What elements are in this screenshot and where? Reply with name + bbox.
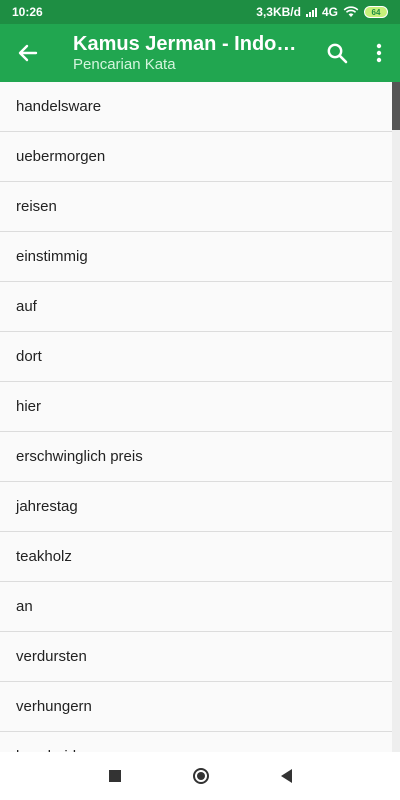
- recent-apps-button[interactable]: [108, 770, 121, 782]
- scrollbar-thumb[interactable]: [392, 82, 400, 130]
- status-indicators: 3,3KB/d 4G 64: [256, 5, 388, 19]
- back-nav-button[interactable]: [280, 769, 292, 783]
- list-item[interactable]: reisen: [0, 182, 392, 232]
- arrow-back-icon: [18, 44, 38, 62]
- word-label: teakholz: [16, 548, 72, 565]
- word-label: an: [16, 598, 33, 615]
- list-item[interactable]: handelsware: [0, 82, 392, 132]
- battery-icon: 64: [364, 6, 388, 18]
- list-item[interactable]: an: [0, 582, 392, 632]
- word-label: uebermorgen: [16, 148, 106, 165]
- wifi-icon: [343, 6, 359, 17]
- home-button[interactable]: [192, 768, 209, 784]
- app-title: Kamus Jerman - Indon…: [73, 33, 298, 55]
- network-speed: 3,3KB/d: [256, 5, 301, 19]
- word-label: jahrestag: [16, 498, 78, 515]
- word-label: handelsware: [16, 98, 102, 115]
- list-item[interactable]: bescheiden: [0, 732, 392, 752]
- search-button[interactable]: [316, 24, 358, 82]
- signal-icon: [305, 7, 317, 17]
- list-item[interactable]: auf: [0, 282, 392, 332]
- status-time: 10:26: [12, 5, 43, 19]
- list-item[interactable]: dort: [0, 332, 392, 382]
- list-item[interactable]: teakholz: [0, 532, 392, 582]
- word-label: verhungern: [16, 698, 92, 715]
- word-label: erschwinglich preis: [16, 448, 143, 465]
- overflow-menu-button[interactable]: [358, 24, 400, 82]
- app-subtitle: Pencarian Kata: [73, 56, 176, 73]
- word-label: hier: [16, 398, 42, 415]
- scrollbar[interactable]: [392, 82, 400, 752]
- app-bar: Kamus Jerman - Indon… Pencarian Kata: [0, 24, 400, 82]
- word-label: verdursten: [16, 648, 87, 665]
- network-type: 4G: [321, 5, 338, 19]
- back-button[interactable]: [0, 24, 56, 82]
- more-vert-icon: [376, 43, 382, 63]
- word-list: handelsware uebermorgen reisen einstimmig au…: [0, 82, 392, 752]
- word-label: auf: [16, 298, 37, 315]
- word-label: reisen: [16, 198, 57, 215]
- app-bar-titles: Kamus Jerman - Indon… Pencarian Kata: [56, 32, 316, 74]
- status-bar: 10:26 3,3KB/d 4G 64: [0, 0, 400, 24]
- list-item[interactable]: jahrestag: [0, 482, 392, 532]
- list-item[interactable]: erschwinglich preis: [0, 432, 392, 482]
- word-label: einstimmig: [16, 248, 88, 265]
- word-label: dort: [16, 348, 42, 365]
- list-item[interactable]: verdursten: [0, 632, 392, 682]
- list-item[interactable]: uebermorgen: [0, 132, 392, 182]
- list-item[interactable]: einstimmig: [0, 232, 392, 282]
- system-nav-bar: [0, 752, 400, 800]
- search-icon: [327, 43, 348, 64]
- list-item[interactable]: verhungern: [0, 682, 392, 732]
- list-item[interactable]: hier: [0, 382, 392, 432]
